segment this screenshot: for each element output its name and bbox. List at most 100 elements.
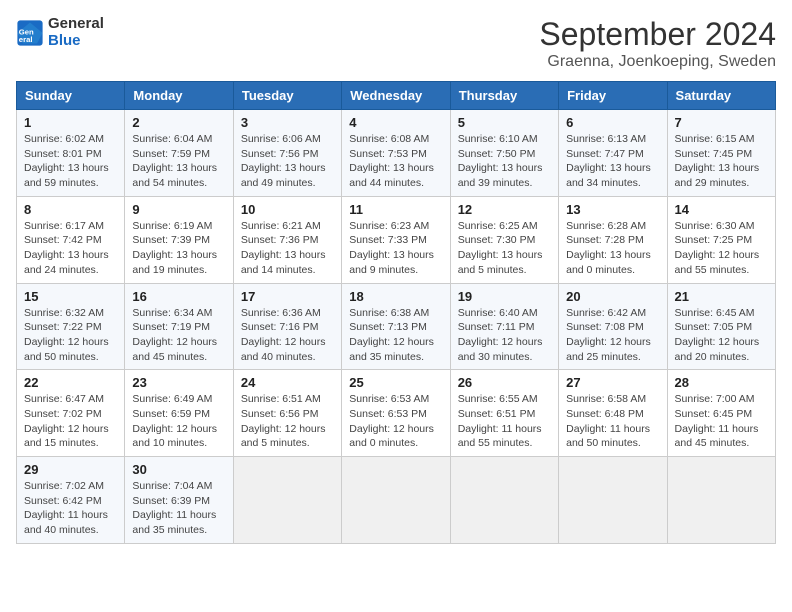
col-header-thursday: Thursday xyxy=(450,82,558,110)
day-info: Sunrise: 6:15 AM Sunset: 7:45 PM Dayligh… xyxy=(675,132,768,191)
day-number: 30 xyxy=(132,462,225,477)
day-info: Sunrise: 7:04 AM Sunset: 6:39 PM Dayligh… xyxy=(132,479,225,538)
calendar-cell: 20 Sunrise: 6:42 AM Sunset: 7:08 PM Dayli… xyxy=(559,283,667,370)
day-number: 10 xyxy=(241,202,334,217)
calendar-cell: 24 Sunrise: 6:51 AM Sunset: 6:56 PM Dayli… xyxy=(233,370,341,457)
day-info: Sunrise: 6:04 AM Sunset: 7:59 PM Dayligh… xyxy=(132,132,225,191)
day-number: 3 xyxy=(241,115,334,130)
day-info: Sunrise: 6:53 AM Sunset: 6:53 PM Dayligh… xyxy=(349,392,442,451)
calendar-week-3: 15 Sunrise: 6:32 AM Sunset: 7:22 PM Dayli… xyxy=(17,283,776,370)
day-info: Sunrise: 6:06 AM Sunset: 7:56 PM Dayligh… xyxy=(241,132,334,191)
day-number: 15 xyxy=(24,289,117,304)
calendar-table: SundayMondayTuesdayWednesdayThursdayFrid… xyxy=(16,81,776,544)
day-number: 26 xyxy=(458,375,551,390)
day-number: 1 xyxy=(24,115,117,130)
day-number: 2 xyxy=(132,115,225,130)
calendar-cell: 8Sunrise: 6:17 AM Sunset: 7:42 PM Daylig… xyxy=(17,196,125,283)
calendar-cell xyxy=(450,457,558,544)
logo-text: General Blue xyxy=(48,16,104,49)
day-info: Sunrise: 6:08 AM Sunset: 7:53 PM Dayligh… xyxy=(349,132,442,191)
day-info: Sunrise: 6:02 AM Sunset: 8:01 PM Dayligh… xyxy=(24,132,117,191)
day-number: 9 xyxy=(132,202,225,217)
location-subtitle: Graenna, Joenkoeping, Sweden xyxy=(539,53,776,71)
day-number: 14 xyxy=(675,202,768,217)
day-number: 21 xyxy=(675,289,768,304)
calendar-week-1: 1 Sunrise: 6:02 AM Sunset: 8:01 PM Daylig… xyxy=(17,110,776,197)
calendar-cell: 19 Sunrise: 6:40 AM Sunset: 7:11 PM Dayli… xyxy=(450,283,558,370)
calendar-cell: 21 Sunrise: 6:45 AM Sunset: 7:05 PM Dayli… xyxy=(667,283,775,370)
day-number: 17 xyxy=(241,289,334,304)
day-info: Sunrise: 6:25 AM Sunset: 7:30 PM Dayligh… xyxy=(458,219,551,278)
calendar-cell: 16 Sunrise: 6:34 AM Sunset: 7:19 PM Dayli… xyxy=(125,283,233,370)
day-number: 16 xyxy=(132,289,225,304)
calendar-week-4: 22 Sunrise: 6:47 AM Sunset: 7:02 PM Dayli… xyxy=(17,370,776,457)
day-info: Sunrise: 7:02 AM Sunset: 6:42 PM Dayligh… xyxy=(24,479,117,538)
col-header-friday: Friday xyxy=(559,82,667,110)
page-header: Gen eral General Blue September 2024 Gra… xyxy=(16,16,776,71)
day-info: Sunrise: 6:49 AM Sunset: 6:59 PM Dayligh… xyxy=(132,392,225,451)
day-number: 11 xyxy=(349,202,442,217)
day-info: Sunrise: 6:30 AM Sunset: 7:25 PM Dayligh… xyxy=(675,219,768,278)
col-header-monday: Monday xyxy=(125,82,233,110)
calendar-cell: 10 Sunrise: 6:21 AM Sunset: 7:36 PM Dayli… xyxy=(233,196,341,283)
month-year-title: September 2024 xyxy=(539,16,776,53)
day-number: 27 xyxy=(566,375,659,390)
title-block: September 2024 Graenna, Joenkoeping, Swe… xyxy=(539,16,776,71)
calendar-cell: 18 Sunrise: 6:38 AM Sunset: 7:13 PM Dayli… xyxy=(342,283,450,370)
day-info: Sunrise: 6:23 AM Sunset: 7:33 PM Dayligh… xyxy=(349,219,442,278)
calendar-cell: 11 Sunrise: 6:23 AM Sunset: 7:33 PM Dayli… xyxy=(342,196,450,283)
day-number: 7 xyxy=(675,115,768,130)
day-info: Sunrise: 6:51 AM Sunset: 6:56 PM Dayligh… xyxy=(241,392,334,451)
day-number: 20 xyxy=(566,289,659,304)
day-info: Sunrise: 6:42 AM Sunset: 7:08 PM Dayligh… xyxy=(566,306,659,365)
calendar-cell xyxy=(233,457,341,544)
day-info: Sunrise: 6:10 AM Sunset: 7:50 PM Dayligh… xyxy=(458,132,551,191)
calendar-cell: 14 Sunrise: 6:30 AM Sunset: 7:25 PM Dayli… xyxy=(667,196,775,283)
calendar-cell: 12 Sunrise: 6:25 AM Sunset: 7:30 PM Dayli… xyxy=(450,196,558,283)
col-header-wednesday: Wednesday xyxy=(342,82,450,110)
day-info: Sunrise: 6:21 AM Sunset: 7:36 PM Dayligh… xyxy=(241,219,334,278)
day-info: Sunrise: 6:32 AM Sunset: 7:22 PM Dayligh… xyxy=(24,306,117,365)
logo: Gen eral General Blue xyxy=(16,16,104,49)
calendar-cell: 9 Sunrise: 6:19 AM Sunset: 7:39 PM Daylig… xyxy=(125,196,233,283)
day-info: Sunrise: 6:28 AM Sunset: 7:28 PM Dayligh… xyxy=(566,219,659,278)
day-number: 6 xyxy=(566,115,659,130)
day-info: Sunrise: 6:40 AM Sunset: 7:11 PM Dayligh… xyxy=(458,306,551,365)
logo-icon: Gen eral xyxy=(16,19,44,47)
day-number: 8 xyxy=(24,202,117,217)
day-number: 19 xyxy=(458,289,551,304)
calendar-cell: 7 Sunrise: 6:15 AM Sunset: 7:45 PM Daylig… xyxy=(667,110,775,197)
calendar-cell: 25Sunrise: 6:53 AM Sunset: 6:53 PM Dayli… xyxy=(342,370,450,457)
day-number: 12 xyxy=(458,202,551,217)
calendar-cell: 1 Sunrise: 6:02 AM Sunset: 8:01 PM Daylig… xyxy=(17,110,125,197)
calendar-cell: 22 Sunrise: 6:47 AM Sunset: 7:02 PM Dayli… xyxy=(17,370,125,457)
calendar-cell: 17 Sunrise: 6:36 AM Sunset: 7:16 PM Dayli… xyxy=(233,283,341,370)
day-number: 24 xyxy=(241,375,334,390)
svg-text:eral: eral xyxy=(19,35,33,44)
day-info: Sunrise: 6:34 AM Sunset: 7:19 PM Dayligh… xyxy=(132,306,225,365)
day-info: Sunrise: 6:19 AM Sunset: 7:39 PM Dayligh… xyxy=(132,219,225,278)
calendar-cell: 3 Sunrise: 6:06 AM Sunset: 7:56 PM Daylig… xyxy=(233,110,341,197)
calendar-cell: 30 Sunrise: 7:04 AM Sunset: 6:39 PM Dayli… xyxy=(125,457,233,544)
calendar-cell: 6 Sunrise: 6:13 AM Sunset: 7:47 PM Daylig… xyxy=(559,110,667,197)
day-number: 22 xyxy=(24,375,117,390)
calendar-cell: 26Sunrise: 6:55 AM Sunset: 6:51 PM Dayli… xyxy=(450,370,558,457)
calendar-cell xyxy=(559,457,667,544)
calendar-cell: 28Sunrise: 7:00 AM Sunset: 6:45 PM Dayli… xyxy=(667,370,775,457)
day-info: Sunrise: 6:36 AM Sunset: 7:16 PM Dayligh… xyxy=(241,306,334,365)
day-number: 18 xyxy=(349,289,442,304)
day-number: 28 xyxy=(675,375,768,390)
calendar-cell: 15 Sunrise: 6:32 AM Sunset: 7:22 PM Dayli… xyxy=(17,283,125,370)
calendar-week-5: 29 Sunrise: 7:02 AM Sunset: 6:42 PM Dayli… xyxy=(17,457,776,544)
day-info: Sunrise: 6:47 AM Sunset: 7:02 PM Dayligh… xyxy=(24,392,117,451)
day-number: 29 xyxy=(24,462,117,477)
day-info: Sunrise: 6:38 AM Sunset: 7:13 PM Dayligh… xyxy=(349,306,442,365)
day-info: Sunrise: 6:58 AM Sunset: 6:48 PM Dayligh… xyxy=(566,392,659,451)
day-info: Sunrise: 6:13 AM Sunset: 7:47 PM Dayligh… xyxy=(566,132,659,191)
day-number: 5 xyxy=(458,115,551,130)
calendar-cell: 5 Sunrise: 6:10 AM Sunset: 7:50 PM Daylig… xyxy=(450,110,558,197)
day-info: Sunrise: 6:45 AM Sunset: 7:05 PM Dayligh… xyxy=(675,306,768,365)
calendar-cell xyxy=(667,457,775,544)
day-number: 23 xyxy=(132,375,225,390)
calendar-cell: 2 Sunrise: 6:04 AM Sunset: 7:59 PM Daylig… xyxy=(125,110,233,197)
